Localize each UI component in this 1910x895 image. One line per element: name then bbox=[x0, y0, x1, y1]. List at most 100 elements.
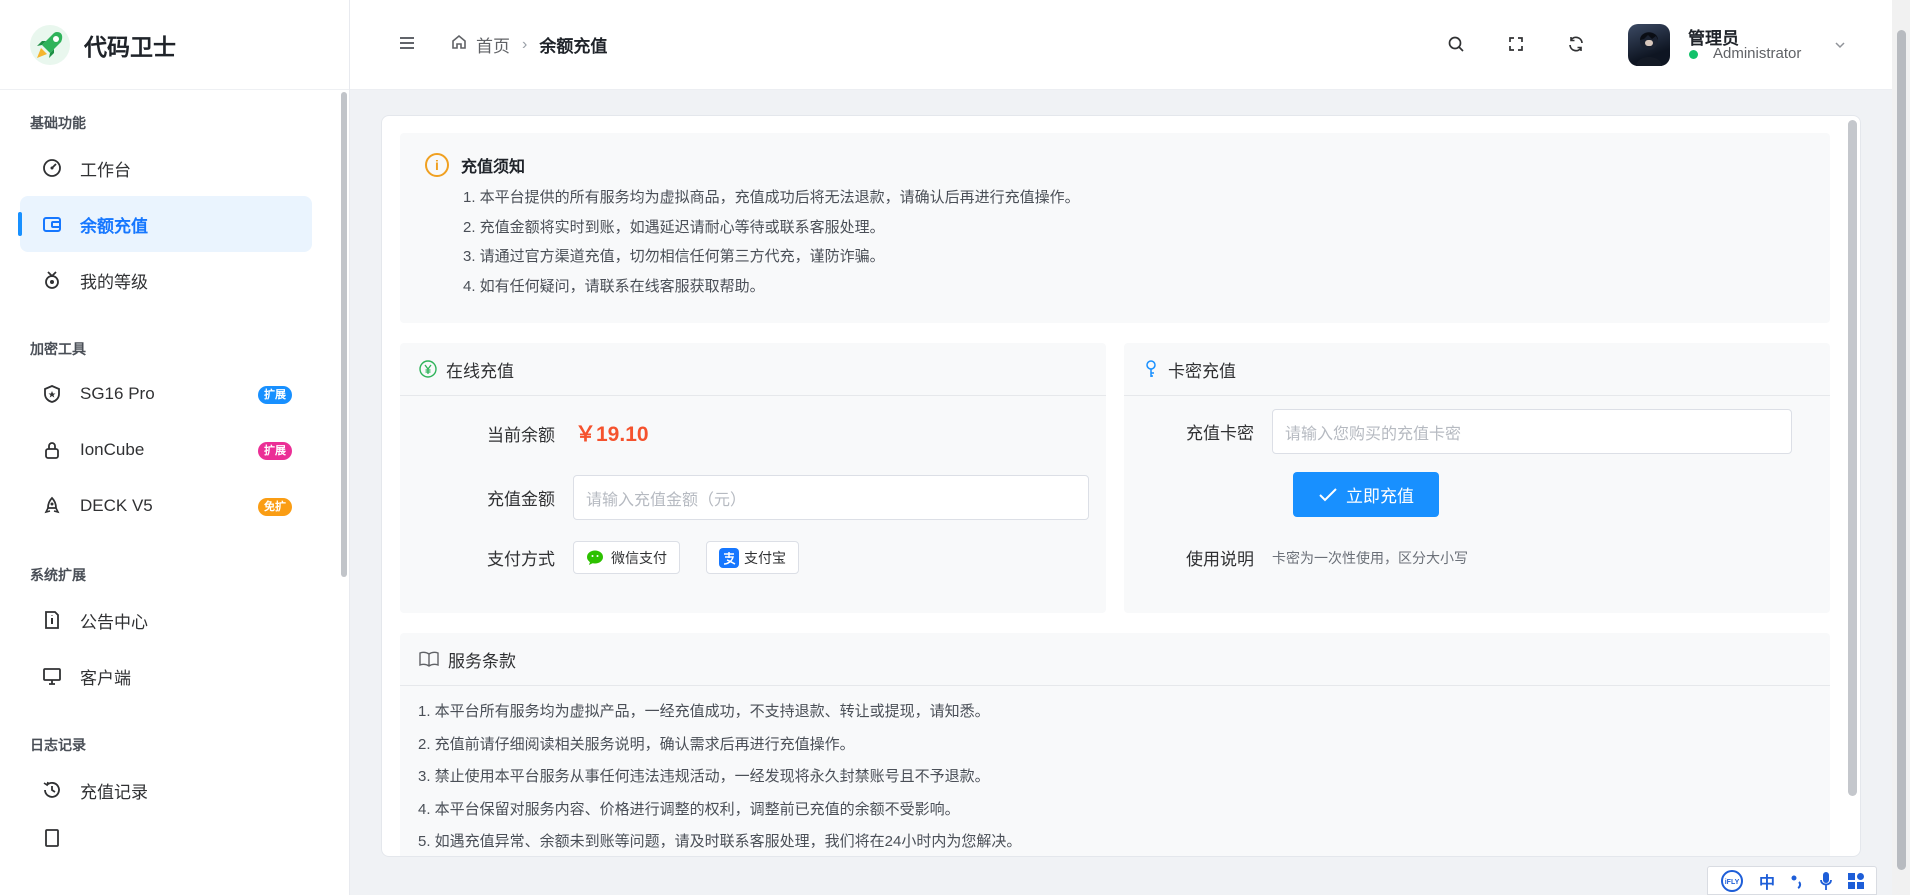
terms-panel: 服务条款 1. 本平台所有服务均为虚拟产品，一经充值成功，不支持退款、转让或提现… bbox=[400, 633, 1830, 856]
card-code-input[interactable]: 请输入您购买的充值卡密 bbox=[1272, 409, 1792, 454]
amount-input[interactable]: 请输入充值金额（元） bbox=[573, 475, 1089, 520]
monitor-icon bbox=[42, 666, 62, 686]
microphone-icon[interactable] bbox=[1819, 871, 1833, 891]
alipay-icon bbox=[719, 547, 739, 568]
medal-icon bbox=[42, 270, 62, 290]
home-icon[interactable] bbox=[450, 33, 468, 56]
submit-recharge-button[interactable]: 立即充值 bbox=[1293, 472, 1439, 517]
group-title-encrypt: 加密工具 bbox=[30, 341, 86, 357]
search-icon[interactable] bbox=[1446, 34, 1466, 54]
terms-item: 2. 充值前请仔细阅读相关服务说明，确认需求后再进行充值操作。 bbox=[418, 735, 855, 753]
ime-toolbar: iFLY 中 bbox=[1707, 866, 1877, 895]
notice-item: 1. 本平台提供的所有服务均为虚拟商品，充值成功后将无法退款，请确认后再进行充值… bbox=[463, 189, 1080, 206]
yen-icon bbox=[418, 359, 438, 379]
avatar[interactable] bbox=[1628, 24, 1670, 66]
sidebar-item-label: DECK V5 bbox=[80, 496, 153, 515]
card-code-label: 充值卡密 bbox=[1186, 424, 1254, 443]
sidebar-item-deck[interactable]: DECK V5 免扩 bbox=[20, 478, 312, 534]
ifly-logo-icon[interactable]: iFLY bbox=[1719, 869, 1745, 892]
sidebar-item-ioncube[interactable]: IonCube 扩展 bbox=[20, 422, 312, 478]
balance-label: 当前余额 bbox=[487, 425, 555, 445]
sidebar-item-level[interactable]: 我的等级 bbox=[20, 252, 312, 308]
terms-list: 1. 本平台所有服务均为虚拟产品，一经充值成功，不支持退款、转让或提现，请知悉。… bbox=[400, 686, 1830, 856]
wechat-icon bbox=[586, 548, 606, 568]
shield-icon bbox=[42, 384, 62, 404]
page-scrollbar-thumb[interactable] bbox=[1897, 30, 1906, 870]
sidebar: 代码卫士 基础功能 工作台 余额充值 我的等级 加密工具 SG16 Pro 扩展… bbox=[0, 0, 350, 895]
wallet-icon bbox=[42, 214, 62, 234]
group-title-system: 系统扩展 bbox=[30, 567, 86, 583]
balance-value: ￥19.10 bbox=[575, 423, 649, 446]
payment-method-label: 支付方式 bbox=[487, 550, 555, 569]
breadcrumb-home[interactable]: 首页 bbox=[476, 32, 510, 57]
info-icon: i bbox=[425, 153, 449, 177]
online-recharge-panel: 在线充值 当前余额 ￥19.10 充值金额 请输入充值金额（元） 支付方式 微信… bbox=[400, 343, 1106, 613]
wechat-pay-button[interactable]: 微信支付 bbox=[573, 541, 680, 574]
group-title-basic: 基础功能 bbox=[30, 115, 86, 131]
notice-list: 1. 本平台提供的所有服务均为虚拟商品，充值成功后将无法退款，请确认后再进行充值… bbox=[463, 183, 1805, 301]
sidebar-item-label: 客户端 bbox=[80, 668, 131, 688]
extension-badge: 扩展 bbox=[258, 442, 292, 460]
check-icon bbox=[1318, 487, 1338, 503]
page-scrollbar[interactable] bbox=[1892, 0, 1910, 895]
ime-mode[interactable]: 中 bbox=[1759, 869, 1775, 893]
menu-toggle-icon[interactable] bbox=[398, 34, 416, 57]
refresh-icon[interactable] bbox=[1566, 34, 1586, 54]
notice-item: 4. 如有任何疑问，请联系在线客服获取帮助。 bbox=[463, 277, 765, 295]
punctuation-icon[interactable] bbox=[1789, 872, 1805, 890]
usage-label: 使用说明 bbox=[1186, 550, 1254, 569]
notice-icon bbox=[42, 610, 62, 630]
notice-title: 充值须知 bbox=[461, 159, 526, 176]
notice-item: 3. 请通过官方渠道充值，切勿相信任何第三方代充，谨防诈骗。 bbox=[463, 248, 885, 265]
recharge-page: i 充值须知 1. 本平台提供的所有服务均为虚拟商品，充值成功后将无法退款，请确… bbox=[381, 115, 1861, 857]
sidebar-item-label: 工作台 bbox=[80, 160, 131, 180]
sidebar-scrollbar[interactable] bbox=[341, 92, 347, 577]
sidebar-menu: 基础功能 工作台 余额充值 我的等级 加密工具 SG16 Pro 扩展 IonC… bbox=[0, 90, 340, 895]
history-icon bbox=[42, 780, 62, 800]
wechat-pay-label: 微信支付 bbox=[611, 549, 667, 566]
apps-grid-icon[interactable] bbox=[1847, 872, 1865, 890]
chevron-down-icon[interactable] bbox=[1833, 38, 1847, 57]
sidebar-item-next[interactable] bbox=[20, 818, 312, 858]
key-icon bbox=[1142, 359, 1160, 379]
terms-item: 5. 如遇充值异常、余额未到账等问题，请及时联系客服处理，我们将在24小时内为您… bbox=[418, 833, 1022, 850]
sidebar-item-recharge-log[interactable]: 充值记录 bbox=[20, 762, 312, 818]
terms-title: 服务条款 bbox=[448, 651, 516, 671]
sidebar-item-client[interactable]: 客户端 bbox=[20, 648, 312, 704]
amount-label: 充值金额 bbox=[487, 490, 555, 509]
submit-label: 立即充值 bbox=[1346, 487, 1414, 506]
recharge-notice: i 充值须知 1. 本平台提供的所有服务均为虚拟商品，充值成功后将无法退款，请确… bbox=[400, 133, 1830, 323]
sidebar-item-recharge[interactable]: 余额充值 bbox=[18, 196, 312, 252]
card-recharge-title: 卡密充值 bbox=[1168, 361, 1236, 381]
top-header: 首页 › 余额充值 管理员 Administrator bbox=[350, 0, 1892, 90]
rocket-icon bbox=[42, 496, 62, 516]
app-name: 代码卫士 bbox=[84, 33, 176, 60]
book-icon bbox=[418, 650, 440, 668]
rocket-logo-icon bbox=[30, 24, 70, 65]
online-recharge-title: 在线充值 bbox=[446, 361, 514, 381]
notice-item: 2. 充值金额将实时到账，如遇延迟请耐心等待或联系客服处理。 bbox=[463, 218, 885, 236]
sidebar-item-notice[interactable]: 公告中心 bbox=[20, 592, 312, 648]
group-title-logs: 日志记录 bbox=[30, 737, 86, 753]
online-status-dot bbox=[1689, 50, 1698, 59]
logo[interactable]: 代码卫士 bbox=[0, 0, 349, 90]
sidebar-item-label: SG16 Pro bbox=[80, 384, 155, 403]
user-role: Administrator bbox=[1713, 45, 1802, 62]
sidebar-item-label: IonCube bbox=[80, 440, 145, 459]
terms-item: 4. 本平台保留对服务内容、价格进行调整的权利，调整前已充值的余额不受影响。 bbox=[418, 800, 960, 818]
usage-text: 卡密为一次性使用，区分大小写 bbox=[1272, 549, 1468, 566]
fullscreen-icon[interactable] bbox=[1506, 34, 1526, 54]
sidebar-item-label: 公告中心 bbox=[80, 612, 148, 632]
card-recharge-panel: 卡密充值 充值卡密 请输入您购买的充值卡密 立即充值 使用说明 卡密为一次性使用… bbox=[1124, 343, 1830, 613]
breadcrumb: 首页 › 余额充值 bbox=[450, 32, 607, 57]
card-code-placeholder: 请输入您购买的充值卡密 bbox=[1285, 425, 1462, 443]
sidebar-item-dashboard[interactable]: 工作台 bbox=[20, 140, 312, 196]
sidebar-item-label: 我的等级 bbox=[80, 272, 148, 292]
alipay-label: 支付宝 bbox=[744, 549, 786, 566]
alipay-button[interactable]: 支付宝 bbox=[706, 541, 799, 574]
content-scrollbar[interactable] bbox=[1848, 120, 1857, 796]
terms-item: 3. 禁止使用本平台服务从事任何违法违规活动，一经发现将永久封禁账号且不予退款。 bbox=[418, 768, 990, 785]
dashboard-icon bbox=[42, 158, 62, 178]
sidebar-item-sg16[interactable]: SG16 Pro 扩展 bbox=[20, 366, 312, 422]
amount-placeholder: 请输入充值金额（元） bbox=[586, 491, 747, 509]
